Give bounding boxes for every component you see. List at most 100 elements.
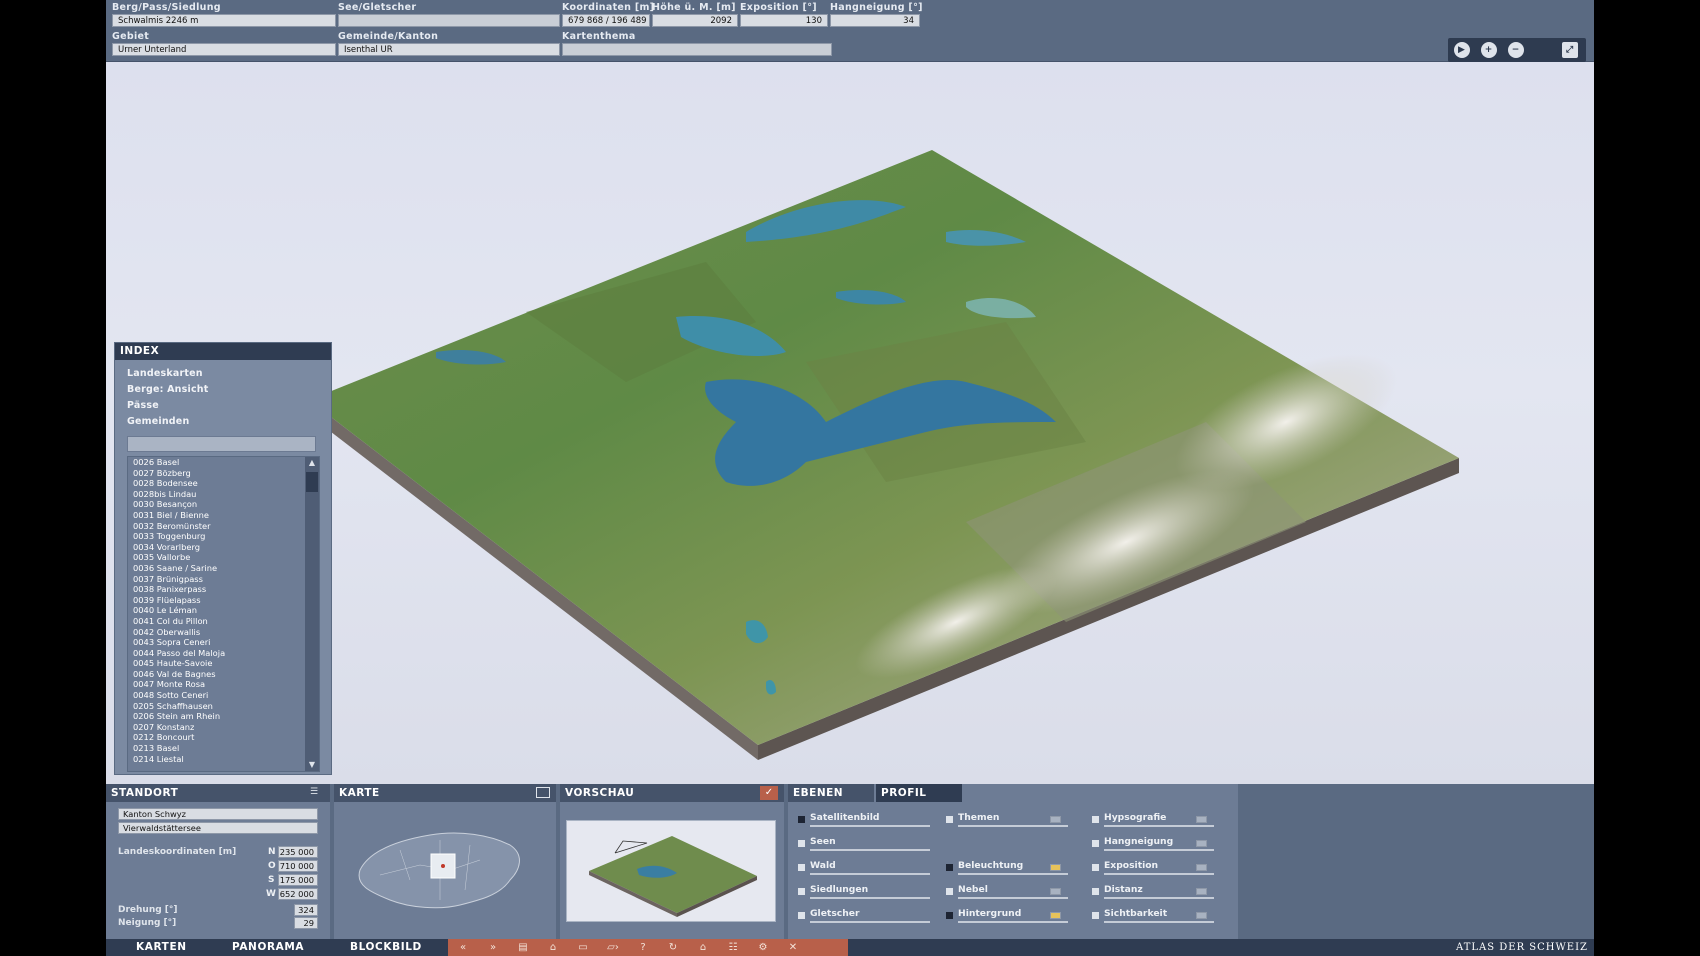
slider-beleuchtung[interactable] [958,873,1068,875]
slider-hintergrund[interactable] [958,921,1068,923]
index-category-landeskarten[interactable]: Landeskarten [115,366,331,382]
back-icon[interactable]: « [448,939,478,956]
slider-hangneigung[interactable] [1104,849,1214,851]
export-icon[interactable]: ▱› [598,939,628,956]
layer-nebel[interactable]: Nebel [958,884,988,895]
layer-distanz[interactable]: Distanz [1104,884,1143,895]
fullscreen-button[interactable]: ⤢ [1556,38,1583,62]
settings-icon[interactable]: ⚙ [748,939,778,956]
map-toggle-icon[interactable] [536,787,550,798]
checkbox-satellitenbild[interactable] [798,816,805,823]
zoom-in-button[interactable]: + [1475,38,1502,62]
forward-icon[interactable]: » [478,939,508,956]
slider-gletscher[interactable] [810,921,930,923]
swatch-sichtbarkeit[interactable] [1196,912,1207,919]
slider-seen[interactable] [810,849,930,851]
block-diagram-viewport[interactable]: INDEX Landeskarten Berge: Ansicht Pässe … [106,62,1594,784]
slider-siedlungen[interactable] [810,897,930,899]
layer-hintergrund[interactable]: Hintergrund [958,908,1021,919]
list-item[interactable]: 0205 Schaffhausen [128,701,319,712]
list-item[interactable]: 0033 Toggenburg [128,531,319,542]
slider-nebel[interactable] [958,897,1068,899]
swatch-hypsografie[interactable] [1196,816,1207,823]
list-item[interactable]: 0035 Vallorbe [128,552,319,563]
checkbox-gletscher[interactable] [798,912,805,919]
rotate-icon[interactable]: ↻ [658,939,688,956]
index-scrollbar[interactable]: ▲ ▼ [305,457,319,771]
slider-satellitenbild[interactable] [810,825,930,827]
zoom-out-button[interactable]: − [1502,38,1529,62]
swatch-hintergrund[interactable] [1050,912,1061,919]
tab-panorama[interactable]: PANORAMA [232,939,304,956]
coord-n-value[interactable]: 235 000 [278,846,318,858]
lock-icon[interactable]: ⌂ [538,939,568,956]
list-item[interactable]: 0037 Brünigpass [128,574,319,585]
list-icon[interactable]: ☷ [718,939,748,956]
tab-karten[interactable]: KARTEN [136,939,187,956]
layer-seen[interactable]: Seen [810,836,836,847]
slider-themen[interactable] [958,825,1068,827]
list-item[interactable]: 0030 Besançon [128,499,319,510]
standort-field-see[interactable]: Vierwaldstättersee [118,822,318,834]
tab-profil[interactable]: PROFIL [876,784,962,802]
checkbox-sichtbarkeit[interactable] [1092,912,1099,919]
list-item[interactable]: 0207 Konstanz [128,722,319,733]
coord-o-value[interactable]: 710 000 [278,860,318,872]
checkbox-hypsografie[interactable] [1092,816,1099,823]
swatch-beleuchtung[interactable] [1050,864,1061,871]
checkbox-distanz[interactable] [1092,888,1099,895]
index-search-input[interactable] [127,436,316,452]
list-icon[interactable]: ☰ [310,787,324,798]
swatch-distanz[interactable] [1196,888,1207,895]
drehung-value[interactable]: 324 [294,904,318,916]
slider-wald[interactable] [810,873,930,875]
list-item[interactable]: 0034 Vorarlberg [128,542,319,553]
list-item[interactable]: 0044 Passo del Maloja [128,648,319,659]
layer-themen[interactable]: Themen [958,812,999,823]
play-button[interactable]: ▶ [1448,38,1475,62]
swatch-hangneigung[interactable] [1196,840,1207,847]
list-item[interactable]: 0036 Saane / Sarine [128,563,319,574]
list-item[interactable]: 0213 Basel [128,743,319,754]
list-item[interactable]: 0038 Panixerpass [128,584,319,595]
checkbox-themen[interactable] [946,816,953,823]
swatch-nebel[interactable] [1050,888,1061,895]
slider-exposition[interactable] [1104,873,1214,875]
list-item[interactable]: 0047 Monte Rosa [128,679,319,690]
tab-ebenen[interactable]: EBENEN [788,784,874,802]
checkbox-hangneigung[interactable] [1092,840,1099,847]
help-icon[interactable]: ? [628,939,658,956]
list-item[interactable]: 0043 Sopra Ceneri [128,637,319,648]
list-item[interactable]: 0206 Stein am Rhein [128,711,319,722]
coord-w-value[interactable]: 652 000 [278,888,318,900]
layer-siedlungen[interactable]: Siedlungen [810,884,868,895]
bookmark-icon[interactable]: ▤ [508,939,538,956]
scroll-up-icon[interactable]: ▲ [305,457,319,469]
standort-field-kanton[interactable]: Kanton Schwyz [118,808,318,820]
neigung-value[interactable]: 29 [294,917,318,929]
index-category-berge[interactable]: Berge: Ansicht [115,382,331,398]
print-icon[interactable]: ▭ [568,939,598,956]
home-icon[interactable]: ⌂ [688,939,718,956]
scroll-down-icon[interactable]: ▼ [305,759,319,771]
coord-s-value[interactable]: 175 000 [278,874,318,886]
list-item[interactable]: 0046 Val de Bagnes [128,669,319,680]
slider-distanz[interactable] [1104,897,1214,899]
scroll-thumb[interactable] [306,472,318,492]
checkbox-hintergrund[interactable] [946,912,953,919]
list-item[interactable]: 0027 Bözberg [128,468,319,479]
layer-hangneigung[interactable]: Hangneigung [1104,836,1173,847]
list-item[interactable]: 0214 Liestal [128,754,319,765]
switzerland-overview-map[interactable] [340,810,550,930]
checkbox-beleuchtung[interactable] [946,864,953,871]
slider-hypsografie[interactable] [1104,825,1214,827]
list-item[interactable]: 0028 Bodensee [128,478,319,489]
checkbox-seen[interactable] [798,840,805,847]
list-item[interactable]: 0042 Oberwallis [128,627,319,638]
layer-beleuchtung[interactable]: Beleuchtung [958,860,1023,871]
list-item[interactable]: 0028bis Lindau [128,489,319,500]
layer-gletscher[interactable]: Gletscher [810,908,860,919]
tab-blockbild[interactable]: BLOCKBILD [350,939,422,956]
list-item[interactable]: 0031 Biel / Bienne [128,510,319,521]
swatch-themen[interactable] [1050,816,1061,823]
